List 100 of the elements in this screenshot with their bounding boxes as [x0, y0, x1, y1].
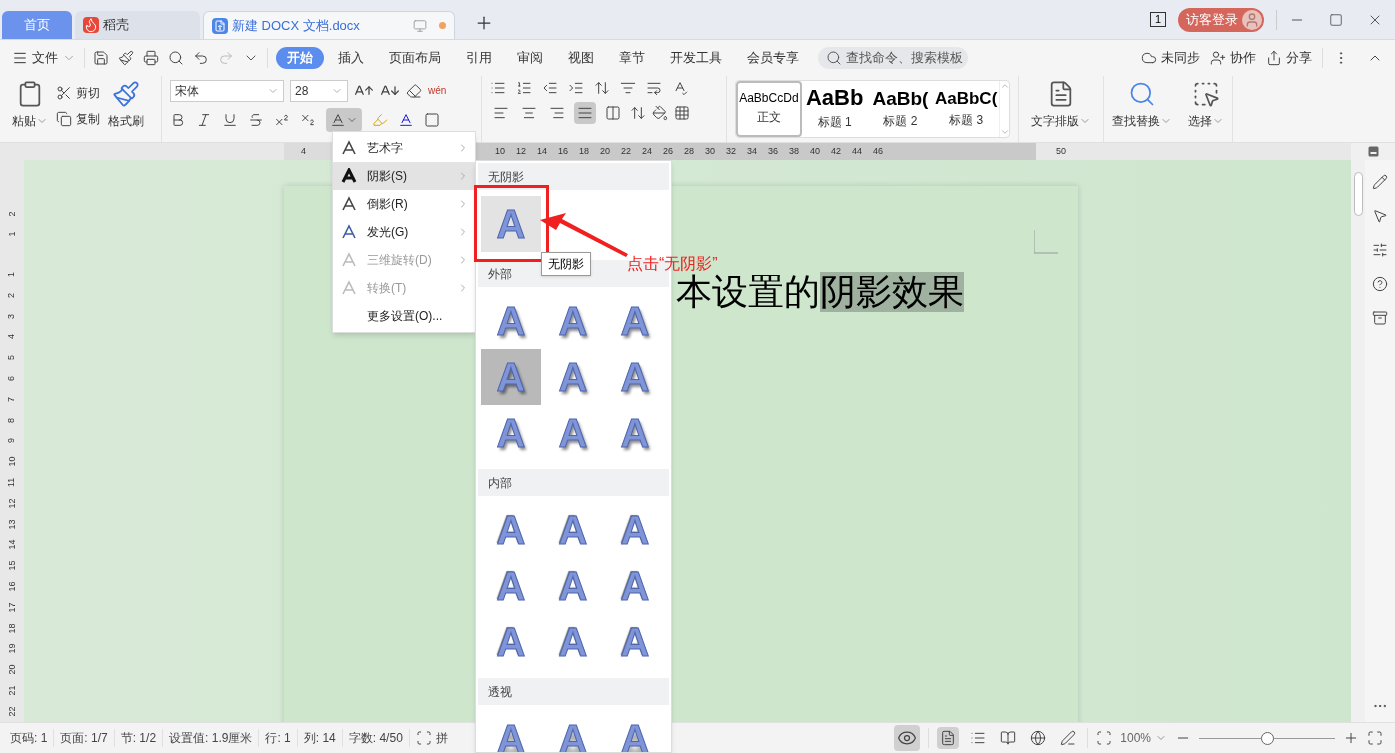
add-user-icon: [1210, 50, 1226, 66]
align-left-icon: [493, 105, 509, 121]
copy-icon: [56, 111, 72, 127]
scrollbar-thumb[interactable]: [1353, 172, 1363, 216]
underline-icon[interactable]: [222, 112, 238, 128]
style-preset[interactable]: AaBb 标题 1: [801, 81, 868, 137]
zoom-slider[interactable]: [1199, 731, 1335, 745]
print-icon[interactable]: [143, 50, 159, 66]
ribbon-tab[interactable]: 会员专享: [736, 47, 810, 69]
pen-icon: [1060, 730, 1077, 746]
cloud-icon: [1141, 50, 1157, 66]
annotation-text: 点击“无阴影”: [627, 254, 718, 274]
ribbon-tab[interactable]: 引用: [455, 47, 503, 69]
character-border-icon[interactable]: [424, 112, 440, 128]
sliders-icon[interactable]: [1372, 242, 1388, 258]
window-count[interactable]: 1: [1149, 12, 1166, 27]
ruler-number: 30: [704, 144, 716, 158]
spell-check[interactable]: 拼: [409, 729, 454, 747]
slider-thumb[interactable]: [1261, 731, 1274, 745]
ribbon-tab[interactable]: 页面布局: [378, 47, 452, 69]
font-name-field[interactable]: 宋体: [170, 80, 284, 102]
maximize-icon[interactable]: [1329, 12, 1343, 27]
cut-button[interactable]: 剪切: [56, 84, 100, 102]
ruler-number: 10: [5, 456, 18, 467]
text-direction-icon[interactable]: [594, 80, 610, 96]
sort-icon[interactable]: [620, 80, 636, 96]
tooltip: 无阴影: [541, 252, 591, 276]
ruler-number: 36: [767, 144, 779, 158]
select-button[interactable]: 选择: [1180, 76, 1233, 142]
document-tab[interactable]: 新建 DOCX 文档.docx: [203, 11, 455, 39]
paste-button[interactable]: 粘贴: [12, 80, 48, 142]
superscript-icon[interactable]: [274, 112, 290, 128]
help-icon[interactable]: [1372, 276, 1388, 292]
numbered-list-icon[interactable]: [516, 80, 532, 96]
ribbon-tab[interactable]: 开发工具: [659, 47, 733, 69]
undo-icon[interactable]: [193, 50, 209, 66]
zoom-level[interactable]: 100%: [1120, 729, 1167, 747]
decrease-indent-icon[interactable]: [542, 80, 558, 96]
search-field[interactable]: 查找命令、搜索模板: [818, 47, 968, 69]
shading-icon[interactable]: [652, 105, 668, 121]
save-icon[interactable]: [93, 50, 109, 66]
ruler-number: 12: [5, 498, 18, 509]
ruler-number: 13: [5, 518, 18, 529]
menu-item[interactable]: 倒影(R): [333, 190, 475, 218]
strikethrough-icon[interactable]: [248, 112, 264, 128]
document-tab[interactable]: 稻壳: [75, 11, 200, 39]
line-break-icon[interactable]: [646, 80, 662, 96]
bold-icon[interactable]: [170, 112, 186, 128]
file-menu[interactable]: 文件: [12, 48, 76, 68]
cursor-icon[interactable]: [1372, 208, 1388, 224]
text-effect-icon: [341, 196, 357, 212]
ruler-number: 32: [725, 144, 737, 158]
section-header: 透视: [478, 678, 669, 705]
style-preset[interactable]: AaBbC( 标题 3: [933, 81, 999, 137]
style-preset[interactable]: AaBb( 标题 2: [867, 81, 934, 137]
ribbon-tab[interactable]: 章节: [608, 47, 656, 69]
copy-button[interactable]: 复制: [56, 110, 100, 128]
ribbon-tab[interactable]: 插入: [327, 47, 375, 69]
ruler-number: 6: [5, 375, 18, 381]
ruler-number: 18: [578, 144, 590, 158]
status-item: 字数: 4/50: [342, 729, 410, 747]
format-icon[interactable]: [118, 50, 134, 66]
bullet-list-icon[interactable]: [490, 80, 506, 96]
menu-item[interactable]: 阴影(S): [333, 162, 475, 190]
toolbar-action[interactable]: 协作: [1210, 48, 1256, 68]
borders-icon[interactable]: [674, 105, 690, 121]
ruler-number: 24: [641, 144, 653, 158]
text-effect-icon: [341, 140, 357, 156]
ruler-icon[interactable]: [1367, 146, 1379, 157]
archive-icon[interactable]: [1372, 310, 1388, 326]
find-replace-button[interactable]: 查找替换: [1104, 76, 1180, 142]
phonetic-guide[interactable]: wén: [428, 86, 447, 96]
pen-icon[interactable]: [1372, 174, 1388, 190]
ruler-number: 50: [1056, 144, 1066, 158]
ribbon-tab[interactable]: 视图: [557, 47, 605, 69]
italic-icon[interactable]: [196, 112, 212, 128]
text-layout-button[interactable]: 文字排版: [1018, 76, 1104, 142]
toolbar-action[interactable]: 未同步: [1141, 48, 1200, 68]
font-size-field[interactable]: 28: [290, 80, 348, 102]
eye-protection-toggle[interactable]: [894, 725, 921, 751]
ruler-number: 38: [788, 144, 800, 158]
align-button[interactable]: [574, 102, 596, 124]
ruler-number: 15: [5, 560, 18, 571]
toolbar-action[interactable]: 分享: [1266, 48, 1312, 68]
ruler-number: 17: [5, 602, 18, 613]
line-spacing-icon[interactable]: [630, 105, 646, 121]
text-effect-button[interactable]: [326, 108, 362, 132]
menu-item[interactable]: 发光(G): [333, 218, 475, 246]
tab-label: 稻壳: [103, 16, 129, 35]
menu-item[interactable]: 艺术字: [333, 134, 475, 162]
subscript-icon[interactable]: [300, 112, 316, 128]
ribbon-tab[interactable]: 审阅: [506, 47, 554, 69]
eraser-icon[interactable]: [406, 83, 422, 99]
font-color-icon[interactable]: [398, 112, 414, 128]
style-preset[interactable]: AaBbCcDd 正文: [736, 81, 802, 137]
menu-item[interactable]: 更多设置(O)...: [333, 302, 475, 330]
increase-indent-icon[interactable]: [568, 80, 584, 96]
view-mode-button[interactable]: [937, 727, 960, 749]
guest-login-button[interactable]: 访客登录: [1178, 7, 1264, 32]
format-painter-button[interactable]: 格式刷: [108, 80, 144, 142]
